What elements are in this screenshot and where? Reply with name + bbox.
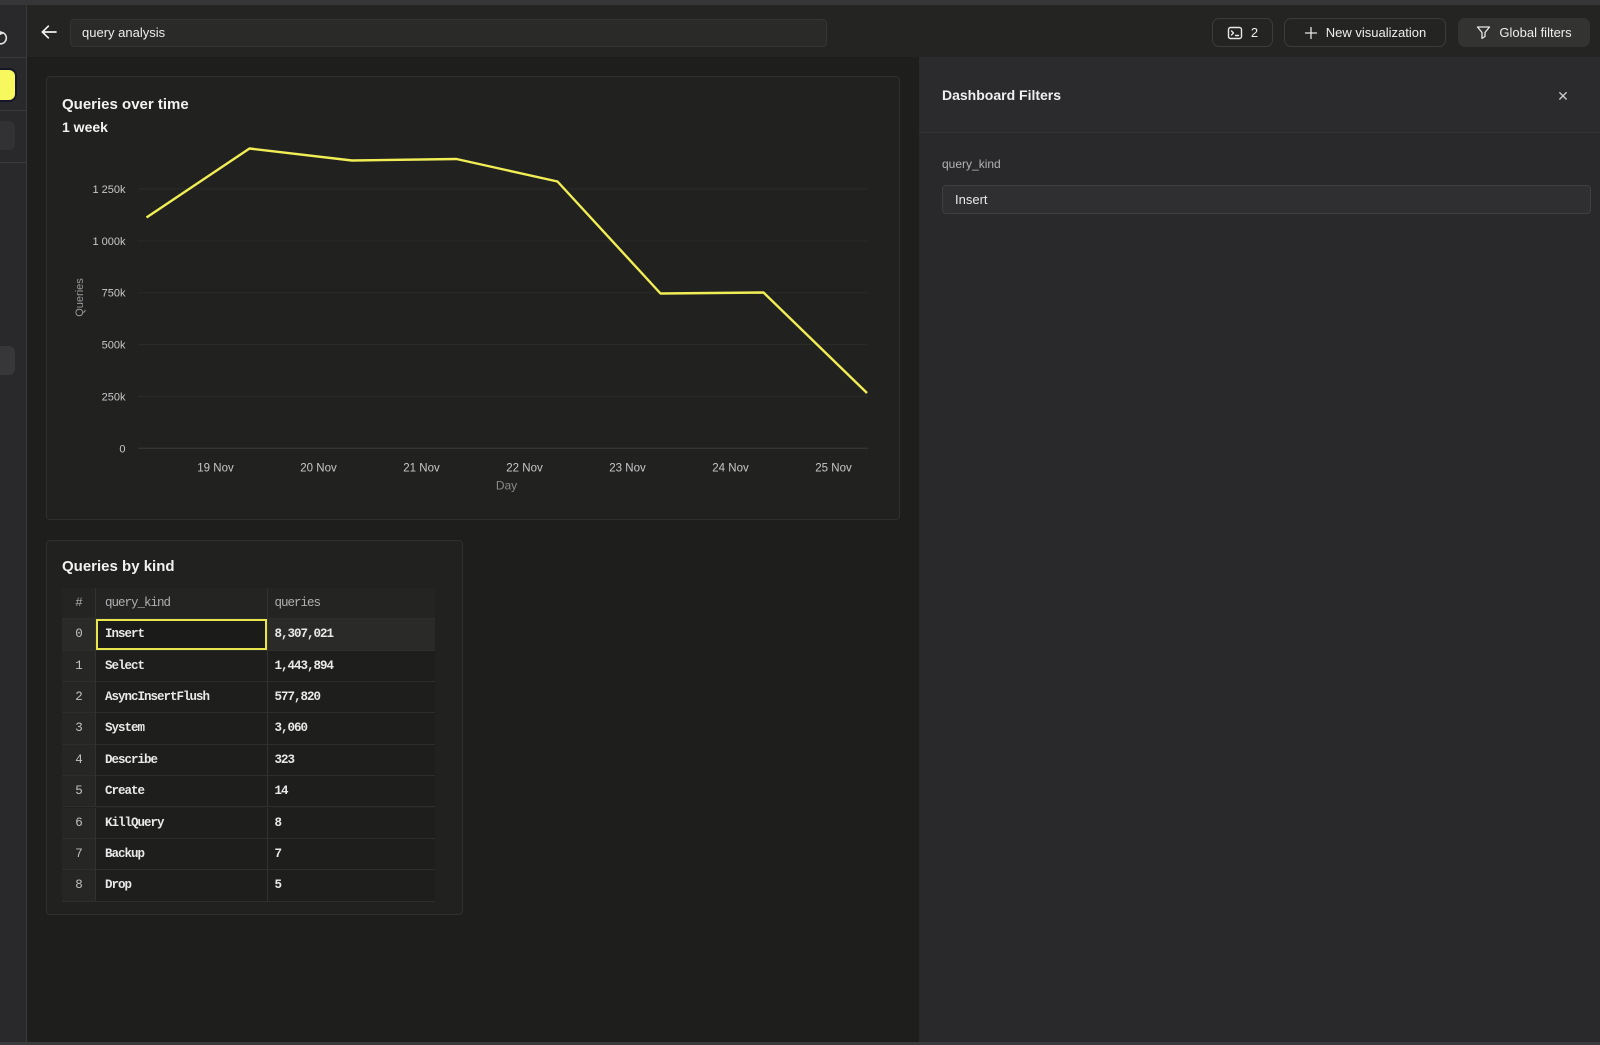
svg-text:250k: 250k [102, 391, 126, 403]
svg-text:24 Nov: 24 Nov [712, 463, 749, 475]
svg-text:25 Nov: 25 Nov [815, 463, 852, 475]
svg-text:23 Nov: 23 Nov [609, 463, 646, 475]
svg-text:20 Nov: 20 Nov [300, 463, 337, 475]
svg-text:21 Nov: 21 Nov [403, 463, 440, 475]
svg-text:1 250k: 1 250k [92, 184, 126, 196]
svg-text:Queries: Queries [74, 278, 86, 317]
svg-text:0: 0 [119, 443, 125, 455]
svg-text:500k: 500k [102, 340, 126, 352]
svg-text:750k: 750k [102, 288, 126, 300]
svg-text:Day: Day [496, 479, 517, 493]
svg-text:19 Nov: 19 Nov [197, 463, 234, 475]
svg-text:22 Nov: 22 Nov [506, 463, 543, 475]
svg-text:1 000k: 1 000k [92, 236, 126, 248]
